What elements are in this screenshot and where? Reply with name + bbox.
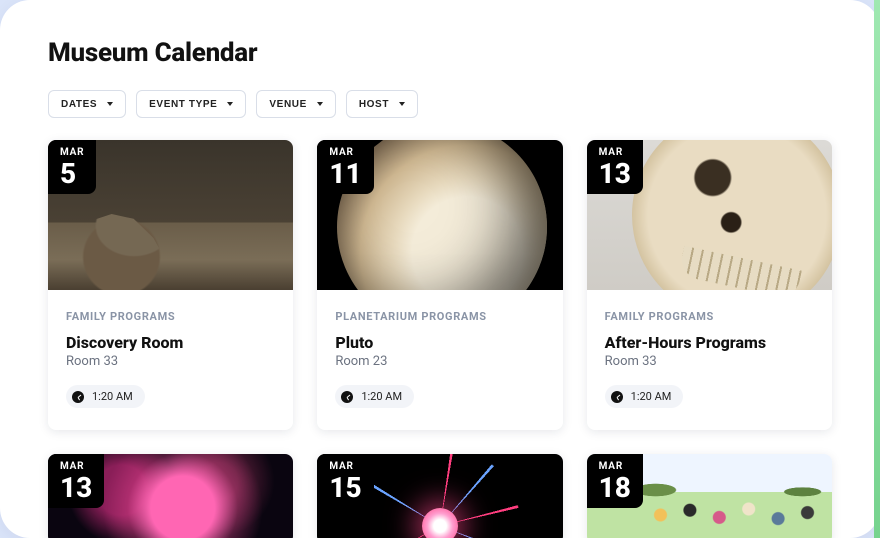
date-day: 5: [60, 160, 84, 188]
filter-bar: DATES EVENT TYPE VENUE HOST: [48, 90, 832, 118]
filter-venue[interactable]: VENUE: [256, 90, 335, 118]
event-time: 1:20 AM: [361, 390, 402, 403]
event-time: 1:20 AM: [92, 390, 133, 403]
date-day: 13: [599, 160, 631, 188]
date-day: 15: [329, 474, 361, 502]
event-grid: MAR 5 FAMILY PROGRAMS Discovery Room Roo…: [48, 140, 832, 538]
event-card[interactable]: MAR 13 FAMILY PROGRAMS After-Hours Progr…: [587, 140, 832, 430]
event-card[interactable]: MAR 18: [587, 454, 832, 538]
event-card[interactable]: MAR 15: [317, 454, 562, 538]
page-title: Museum Calendar: [48, 38, 832, 68]
caret-down-icon: [107, 102, 113, 106]
event-time-pill: 1:20 AM: [66, 385, 145, 408]
date-flag: MAR 18: [587, 454, 643, 508]
event-body: FAMILY PROGRAMS Discovery Room Room 33 1…: [48, 290, 293, 430]
filter-label: VENUE: [269, 99, 306, 110]
app-frame: Museum Calendar DATES EVENT TYPE VENUE H…: [0, 0, 880, 538]
event-image: MAR 13: [587, 140, 832, 290]
date-flag: MAR 11: [317, 140, 373, 194]
clock-icon: [611, 391, 623, 403]
event-room: Room 33: [605, 354, 814, 369]
filter-event-type[interactable]: EVENT TYPE: [136, 90, 246, 118]
clock-icon: [72, 391, 84, 403]
event-category: FAMILY PROGRAMS: [605, 310, 814, 323]
event-title: After-Hours Programs: [605, 333, 814, 352]
caret-down-icon: [399, 102, 405, 106]
date-day: 18: [599, 474, 631, 502]
event-image: MAR 5: [48, 140, 293, 290]
date-flag: MAR 15: [317, 454, 373, 508]
decorative-stripe: [874, 0, 880, 538]
event-body: FAMILY PROGRAMS After-Hours Programs Roo…: [587, 290, 832, 430]
caret-down-icon: [227, 102, 233, 106]
filter-label: EVENT TYPE: [149, 99, 217, 110]
date-day: 11: [329, 160, 361, 188]
event-card[interactable]: MAR 11 PLANETARIUM PROGRAMS Pluto Room 2…: [317, 140, 562, 430]
date-flag: MAR 13: [587, 140, 643, 194]
event-image: MAR 15: [317, 454, 562, 538]
event-body: PLANETARIUM PROGRAMS Pluto Room 23 1:20 …: [317, 290, 562, 430]
event-time-pill: 1:20 AM: [335, 385, 414, 408]
date-day: 13: [60, 474, 92, 502]
event-image: MAR 13: [48, 454, 293, 538]
event-image: MAR 18: [587, 454, 832, 538]
filter-dates[interactable]: DATES: [48, 90, 126, 118]
event-card[interactable]: MAR 5 FAMILY PROGRAMS Discovery Room Roo…: [48, 140, 293, 430]
caret-down-icon: [317, 102, 323, 106]
date-flag: MAR 5: [48, 140, 96, 194]
event-title: Discovery Room: [66, 333, 275, 352]
event-card[interactable]: MAR 13: [48, 454, 293, 538]
event-image: MAR 11: [317, 140, 562, 290]
event-category: FAMILY PROGRAMS: [66, 310, 275, 323]
event-category: PLANETARIUM PROGRAMS: [335, 310, 544, 323]
event-title: Pluto: [335, 333, 544, 352]
clock-icon: [341, 391, 353, 403]
filter-label: DATES: [61, 99, 97, 110]
event-time-pill: 1:20 AM: [605, 385, 684, 408]
filter-host[interactable]: HOST: [346, 90, 418, 118]
event-room: Room 23: [335, 354, 544, 369]
event-time: 1:20 AM: [631, 390, 672, 403]
date-flag: MAR 13: [48, 454, 104, 508]
event-room: Room 33: [66, 354, 275, 369]
filter-label: HOST: [359, 99, 389, 110]
